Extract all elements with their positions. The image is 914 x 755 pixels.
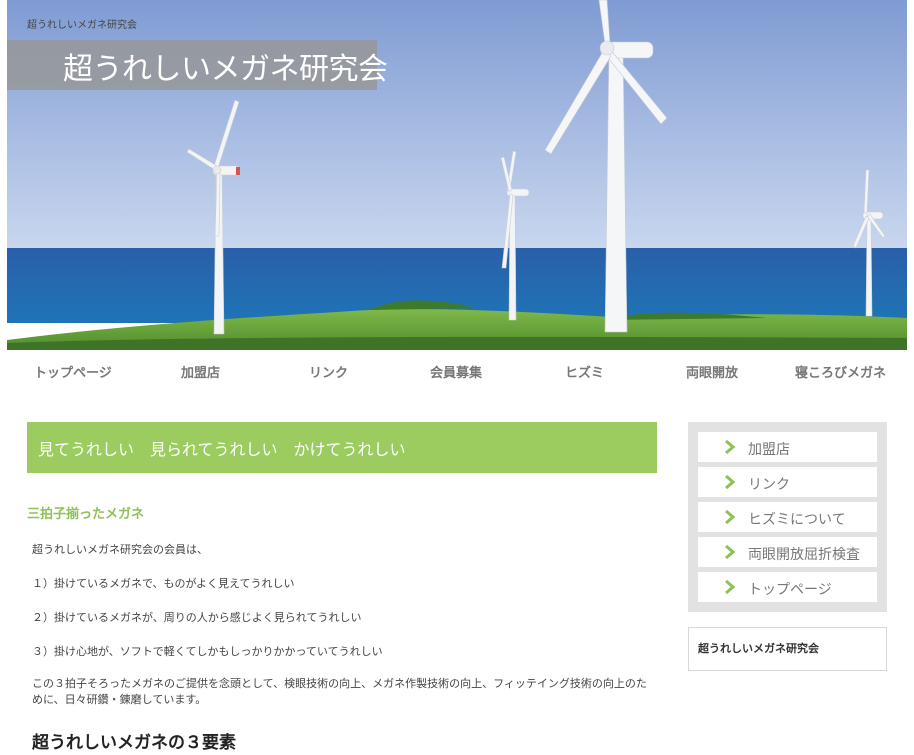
catch-copy: 見てうれしい 見られてうれしい かけてうれしい (38, 440, 406, 459)
sidebar-box-title: 超うれしいメガネ研究会 (698, 642, 819, 655)
three-elements-heading: 超うれしいメガネの３要素 (32, 733, 236, 753)
nav-item-lying-glasses[interactable]: 寝ころびメガネ (795, 362, 886, 381)
section-heading: 三拍子揃ったメガネ (27, 507, 145, 522)
global-nav: トップページ 加盟店 リンク 会員募集 ヒズミ 両眼開放 寝ころびメガネ (0, 350, 914, 392)
sidebar-item-top-page[interactable]: トップページ (698, 572, 877, 602)
point-2: ２）掛けているメガネが、周りの人から感じよく見られてうれしい (32, 611, 362, 624)
chevron-right-icon (725, 579, 736, 595)
point-1: １）掛けているメガネで、ものがよく見えてうれしい (32, 577, 295, 590)
nav-item-binocular[interactable]: 両眼開放 (686, 362, 738, 381)
body-paragraph: この３拍子そろったメガネのご提供を念頭として、検眼技術の向上、メガネ作製技術の向… (32, 677, 647, 706)
sidebar-info-box: 超うれしいメガネ研究会 (688, 627, 887, 671)
nav-item-top-page[interactable]: トップページ (34, 362, 112, 381)
sidebar-item-label: 加盟店 (748, 442, 790, 458)
hero-banner: 超うれしいメガネ研究会 超うれしいメガネ研究会 (7, 0, 907, 350)
sidebar-item-label: 両眼開放屈折検査 (748, 547, 860, 563)
site-title-band: 超うれしいメガネ研究会 (7, 40, 388, 90)
sidebar-item-links[interactable]: リンク (698, 467, 877, 497)
catch-copy-banner: 見てうれしい 見られてうれしい かけてうれしい (27, 422, 657, 473)
sidebar-item-distortion[interactable]: ヒズミについて (698, 502, 877, 532)
nav-item-member-stores[interactable]: 加盟店 (181, 362, 220, 381)
intro-text: 超うれしいメガネ研究会の会員は、 (32, 543, 208, 556)
nav-item-distortion[interactable]: ヒズミ (565, 362, 604, 381)
sidebar-item-label: ヒズミについて (748, 512, 846, 528)
sidebar-item-binocular-test[interactable]: 両眼開放屈折検査 (698, 537, 877, 567)
site-title[interactable]: 超うれしいメガネ研究会 (63, 44, 388, 88)
point-3: ３）掛け心地が、ソフトで軽くてしかもしっかりかかっていてうれしい (32, 645, 383, 658)
nav-item-links[interactable]: リンク (309, 362, 348, 381)
sidebar-item-label: リンク (748, 477, 790, 493)
chevron-right-icon (725, 439, 736, 455)
nav-item-membership[interactable]: 会員募集 (430, 362, 482, 381)
sidebar-item-label: トップページ (748, 582, 832, 598)
sidebar-menu: 加盟店 リンク ヒズミについて 両眼開放屈折検査 トップページ (688, 422, 887, 612)
site-tagline: 超うれしいメガネ研究会 (27, 20, 137, 31)
chevron-right-icon (725, 544, 736, 560)
sidebar-item-member-stores[interactable]: 加盟店 (698, 432, 877, 462)
chevron-right-icon (725, 509, 736, 525)
chevron-right-icon (725, 474, 736, 490)
